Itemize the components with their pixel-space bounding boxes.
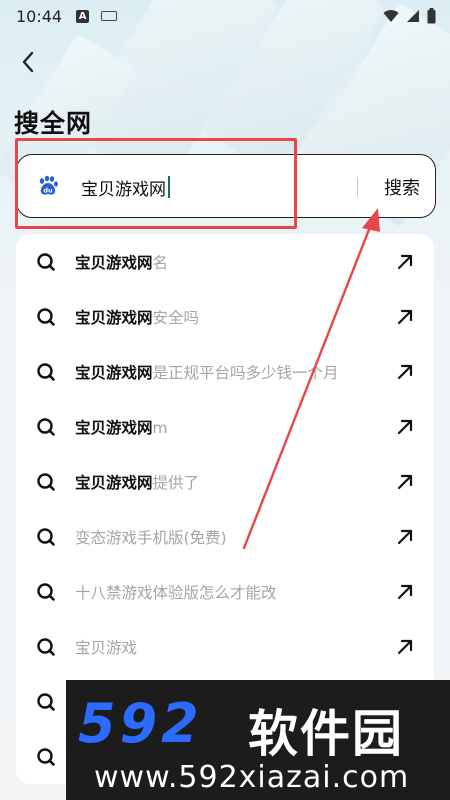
watermark-name: 软件园 (248, 705, 404, 763)
suggestion-label: 宝贝游戏 (75, 638, 138, 657)
suggestion-item[interactable]: 变态游戏手机版(免费) (16, 509, 434, 564)
text-caret (168, 176, 170, 198)
suggestion-label: 宝贝游戏网安全吗 (75, 308, 200, 327)
search-icon (37, 252, 55, 271)
suggestion-item[interactable]: 十八禁游戏体验版怎么才能改 (16, 564, 434, 619)
suggestion-label: 十八禁游戏体验版怎么才能改 (75, 583, 277, 602)
search-box[interactable]: du 宝贝游戏网 搜索 (16, 154, 436, 218)
arrow-up-right-icon[interactable] (396, 583, 414, 601)
svg-text:du: du (43, 187, 53, 195)
arrow-up-right-icon[interactable] (396, 363, 414, 381)
arrow-up-right-icon[interactable] (396, 528, 414, 546)
status-time: 10:44 (16, 6, 63, 26)
notification-a-icon: A (76, 9, 90, 23)
watermark-banner: 592 软件园 www.592xiazai.com (66, 680, 450, 800)
suggestion-item[interactable]: 宝贝游戏网是正规平台吗多少钱一个月 (16, 344, 434, 399)
search-query-text: 宝贝游戏网 (81, 179, 166, 200)
watermark-logo: 592 (78, 692, 203, 755)
search-icon (37, 362, 55, 381)
arrow-up-right-icon[interactable] (396, 473, 414, 491)
suggestion-item[interactable]: 宝贝游戏网m (16, 399, 434, 454)
search-icon (37, 307, 55, 326)
signal-icon (407, 10, 419, 22)
suggestion-label: 宝贝游戏网是正规平台吗多少钱一个月 (75, 363, 339, 382)
battery-icon (427, 8, 436, 24)
search-input[interactable]: 宝贝游戏网 (81, 172, 170, 202)
search-icon (37, 527, 55, 546)
search-icon (37, 417, 55, 436)
watermark-url: www.592xiazai.com (94, 760, 410, 795)
suggestion-label: 宝贝游戏网名 (75, 253, 169, 272)
suggestion-label: 变态游戏手机版(免费) (75, 528, 227, 547)
suggestion-item[interactable]: 宝贝游戏网名 (16, 234, 434, 289)
arrow-up-right-icon[interactable] (396, 308, 414, 326)
suggestion-item[interactable]: 宝贝游戏网提供了 (16, 454, 434, 509)
arrow-up-right-icon[interactable] (396, 253, 414, 271)
suggestion-item[interactable]: 宝贝游戏 (16, 619, 434, 674)
arrow-up-right-icon[interactable] (396, 418, 414, 436)
search-icon (37, 472, 55, 491)
suggestion-label: 宝贝游戏网m (75, 418, 168, 437)
search-icon (37, 692, 55, 711)
chevron-left-icon (22, 51, 34, 73)
search-button[interactable]: 搜索 (373, 171, 431, 203)
baidu-paw-icon[interactable]: du (37, 175, 59, 197)
search-icon (37, 637, 55, 656)
page-title: 搜全网 (14, 109, 93, 138)
search-divider (357, 177, 358, 197)
search-icon (37, 582, 55, 601)
status-bar: 10:44 A (0, 0, 450, 32)
wifi-icon (383, 10, 399, 22)
suggestion-item[interactable]: 宝贝游戏网安全吗 (16, 289, 434, 344)
search-icon (37, 747, 55, 766)
keyboard-icon (101, 11, 118, 21)
back-button[interactable] (14, 48, 42, 76)
arrow-up-right-icon[interactable] (396, 638, 414, 656)
suggestion-label: 宝贝游戏网提供了 (75, 473, 200, 492)
